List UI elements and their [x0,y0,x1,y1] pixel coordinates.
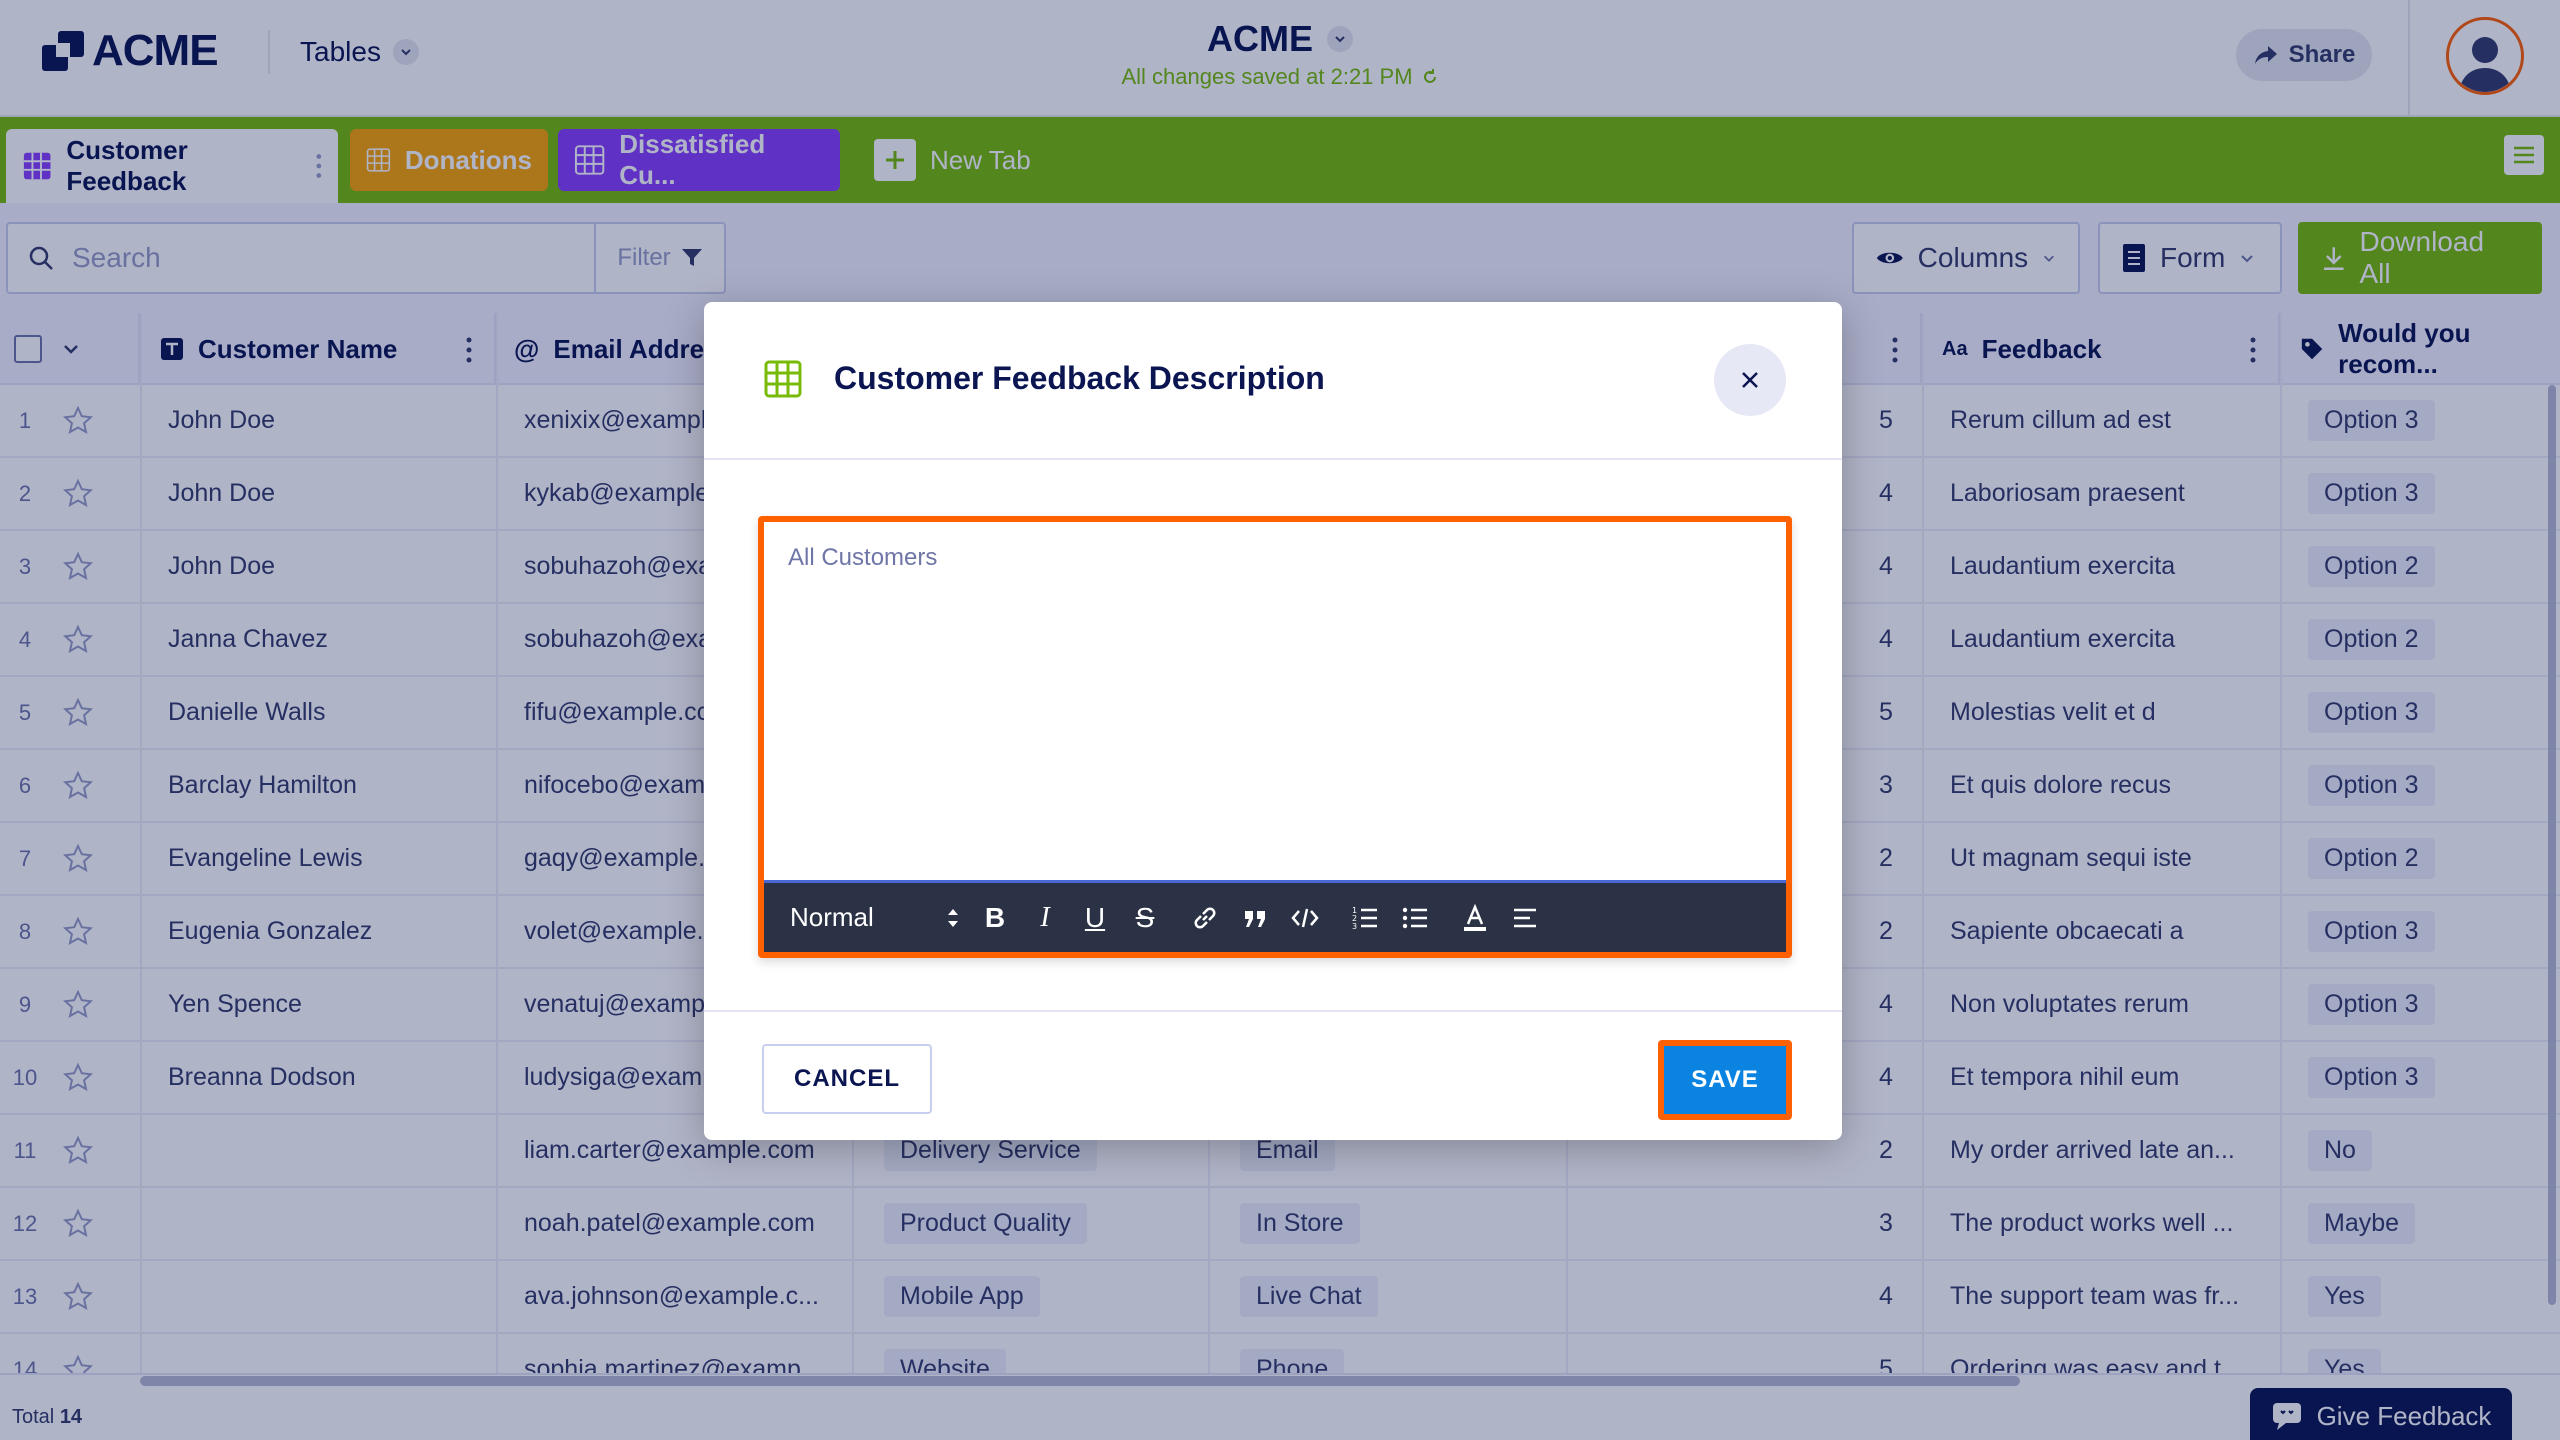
bold-icon: B [984,901,1006,933]
link-icon [1194,907,1216,928]
italic-icon: I [1040,901,1050,933]
bullet-list-icon [1402,907,1427,928]
table-icon [764,360,802,398]
italic-button[interactable]: I [1020,902,1070,934]
save-button[interactable]: SAVE [1658,1040,1792,1120]
blockquote-button[interactable] [1230,907,1280,929]
rich-text-editor[interactable]: All Customers Normal B I U S 123 [758,516,1792,958]
up-down-arrows-icon [947,908,958,927]
cancel-button[interactable]: CANCEL [762,1044,932,1114]
modal-header: Customer Feedback Description [704,302,1842,460]
text-color-icon [1464,903,1486,931]
svg-text:3: 3 [1352,922,1357,931]
format-select[interactable]: Normal [790,902,970,933]
quote-icon [1245,910,1265,927]
editor-toolbar: Normal B I U S 123 [764,880,1786,952]
strikethrough-icon: S [1135,901,1155,933]
format-select-value: Normal [790,902,874,932]
close-icon [1742,372,1758,388]
modal-footer-divider [704,1010,1842,1012]
ordered-list-button[interactable]: 123 [1340,905,1390,931]
align-left-icon [1514,908,1536,927]
underline-icon: U [1084,901,1106,933]
strikethrough-button[interactable]: S [1120,902,1170,934]
modal-title: Customer Feedback Description [834,360,1325,396]
code-icon [1291,908,1319,927]
bullet-list-button[interactable] [1390,905,1440,931]
close-button[interactable] [1714,344,1786,416]
align-button[interactable] [1500,906,1550,930]
editor-content[interactable]: All Customers [788,544,937,572]
code-button[interactable] [1280,907,1330,929]
underline-button[interactable]: U [1070,902,1120,934]
bold-button[interactable]: B [970,902,1020,934]
ordered-list-icon: 123 [1352,906,1377,931]
description-modal: Customer Feedback Description All Custom… [704,302,1842,1140]
link-button[interactable] [1180,904,1230,932]
text-color-button[interactable] [1450,903,1500,932]
